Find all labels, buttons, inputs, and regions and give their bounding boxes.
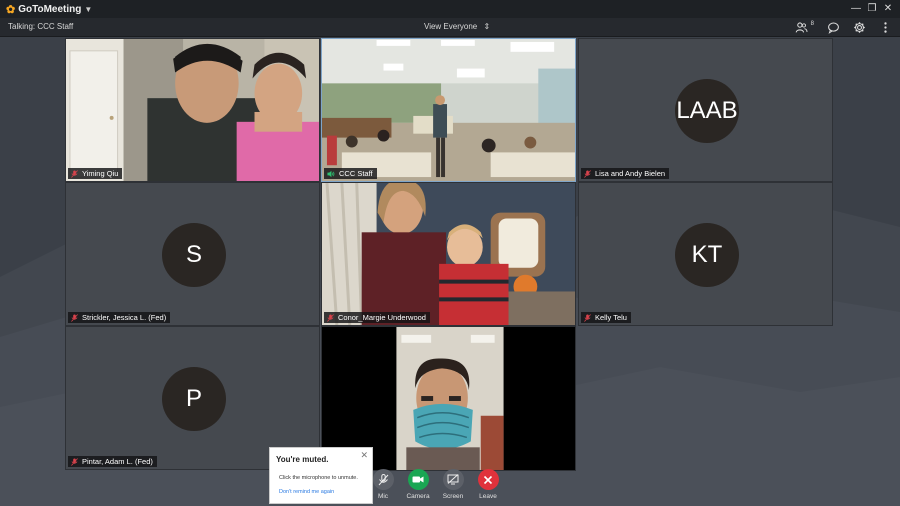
mic-muted-icon [71,169,78,178]
participant-tile[interactable]: KT Kelly Telu [578,182,833,326]
talking-indicator: Talking: CCC Staff [8,22,74,31]
participant-name: CCC Staff [339,169,373,178]
camera-icon [412,476,424,483]
screen-share-off-icon [447,474,459,485]
leave-button[interactable]: Leave [477,469,499,500]
mic-button[interactable]: Mic [372,469,394,500]
minimize-button[interactable]: — [848,0,864,18]
muted-notification-popup: You're muted. ✕ Click the microphone to … [269,447,373,504]
participant-name: Lisa and Andy Bielen [595,169,666,178]
chevron-down-icon: ▼ [84,4,93,14]
mic-label: Mic [377,493,389,500]
participant-name: Pintar, Adam L. (Fed) [82,457,153,466]
popup-title: You're muted. [276,455,329,464]
participant-name-tag: Conor_Margie Underwood [324,312,430,323]
participant-avatar: KT [675,223,739,287]
meeting-info-bar: Talking: CCC Staff View Everyone ⇕ 8 [0,18,900,37]
participant-name-tag: Pintar, Adam L. (Fed) [68,456,157,467]
app-menu[interactable]: ✿ GoToMeeting ▼ [6,3,92,16]
participant-name: Conor_Margie Underwood [338,313,426,322]
meeting-controls: Mic Camera Screen Leave [372,469,499,500]
participant-name-tag: Strickler, Jessica L. (Fed) [68,312,171,323]
participant-name-tag: Lisa and Andy Bielen [581,168,670,179]
participant-tile[interactable]: Conor_Margie Underwood [321,182,576,326]
more-options-button[interactable] [878,20,892,34]
view-selector-label: View Everyone [424,22,478,31]
mic-muted-icon [71,313,78,322]
participant-video [322,183,575,325]
people-icon [795,21,808,33]
mic-muted-icon [584,169,591,178]
participant-avatar: P [162,367,226,431]
mic-muted-icon [378,473,388,485]
participant-avatar: LAAB [675,79,739,143]
title-bar: ✿ GoToMeeting ▼ — ❐ ✕ [0,0,900,18]
participant-avatar: S [162,223,226,287]
restore-button[interactable]: ❐ [864,0,880,18]
leave-button-circle[interactable] [477,469,499,490]
camera-button-circle[interactable] [407,469,429,490]
participant-name: Strickler, Jessica L. (Fed) [82,313,167,322]
settings-button[interactable] [852,20,866,34]
participant-tile[interactable]: Yiming Qiu [65,38,320,182]
close-x-icon [483,475,493,484]
mic-button-circle[interactable] [372,469,394,490]
leave-label: Leave [479,493,497,500]
chat-bubble-icon [827,22,839,34]
participant-name: Yiming Qiu [82,169,119,178]
screen-button-circle[interactable] [442,469,464,490]
participant-tile[interactable]: LAAB Lisa and Andy Bielen [578,38,833,182]
participant-tile-active-speaker[interactable]: CCC Staff [321,38,576,182]
participant-name-tag: Kelly Telu [581,312,631,323]
screen-label: Screen [442,493,464,500]
speaker-active-icon [327,170,335,177]
app-name: GoToMeeting [18,3,82,15]
gear-icon [853,21,865,33]
attendees-button[interactable] [795,20,809,34]
popup-close-icon[interactable]: ✕ [360,450,368,461]
camera-label: Camera [406,493,430,500]
gotomeeting-logo-icon: ✿ [6,3,16,16]
attendee-count-badge: 8 [810,21,814,27]
participant-video [66,39,319,181]
mic-muted-icon [327,313,334,322]
close-window-button[interactable]: ✕ [880,0,896,18]
camera-button[interactable]: Camera [406,469,430,500]
participant-name: Kelly Telu [595,313,627,322]
mic-muted-icon [71,457,78,466]
participant-video [322,39,575,181]
popup-body: Click the microphone to unmute. [279,475,358,481]
screen-share-button[interactable]: Screen [442,469,464,500]
vertical-ellipsis-icon [883,21,887,33]
updown-chevron-icon: ⇕ [483,22,491,31]
chat-button[interactable] [826,20,840,34]
view-selector[interactable]: View Everyone ⇕ [424,22,490,31]
participant-name-tag: CCC Staff [324,168,377,179]
dont-remind-link[interactable]: Don't remind me again [279,489,334,495]
mic-muted-icon [584,313,591,322]
participant-tile[interactable]: S Strickler, Jessica L. (Fed) [65,182,320,326]
window-controls: — ❐ ✕ [848,0,896,18]
participant-name-tag: Yiming Qiu [68,168,123,179]
